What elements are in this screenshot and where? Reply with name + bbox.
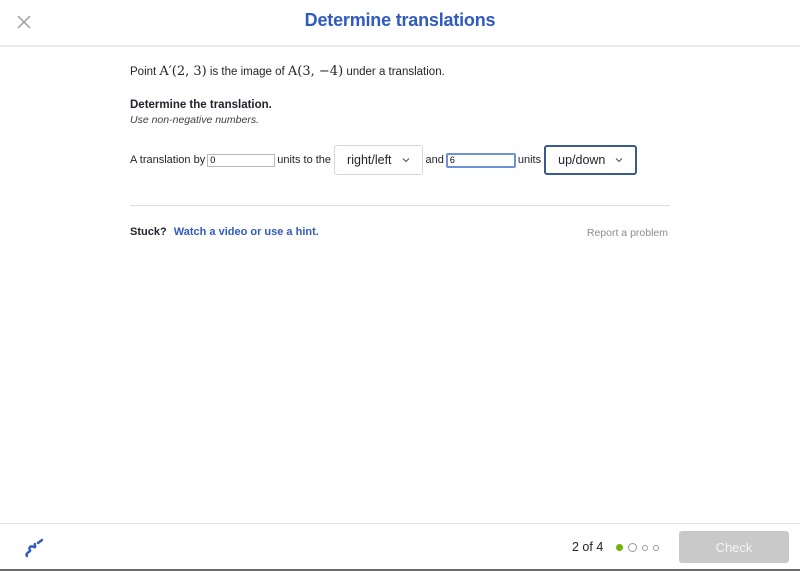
vertical-direction-dropdown[interactable]: up/down	[544, 145, 638, 175]
footer: 2 of 4 Check	[0, 523, 800, 570]
instruction-title: Determine the translation.	[130, 99, 272, 111]
vertical-units-input[interactable]	[445, 152, 516, 168]
progress-text: 2 of 4	[572, 540, 604, 554]
chevron-down-icon	[616, 158, 623, 163]
exercise-content: Point A′(2, 3) is the image of A(3, −4) …	[130, 60, 670, 239]
prompt-suffix: under a translation.	[343, 66, 445, 78]
stuck-label: Stuck?	[130, 226, 167, 238]
prompt-prefix: Point	[130, 66, 160, 78]
and-text: and	[425, 154, 444, 166]
progress-dot-remaining	[653, 544, 659, 551]
point-image-math: A′(2, 3)	[159, 64, 207, 79]
header: Determine translations	[0, 0, 800, 47]
chevron-down-icon	[402, 158, 409, 163]
progress-dots	[616, 543, 659, 552]
stuck-section: Stuck? Watch a video or use a hint.	[130, 226, 319, 238]
horizontal-units-input[interactable]	[207, 153, 276, 167]
units-text: units	[517, 154, 542, 166]
answer-row: A translation by units to the right/left…	[130, 144, 640, 176]
scratchpad-pencil-icon	[25, 538, 44, 558]
units-to-the-text: units to the	[277, 154, 332, 166]
question-prompt: Point A′(2, 3) is the image of A(3, −4) …	[130, 62, 670, 82]
horizontal-direction-dropdown[interactable]: right/left	[334, 145, 423, 175]
hint-link[interactable]: Watch a video or use a hint.	[174, 226, 319, 238]
scratchpad-button[interactable]	[22, 536, 46, 560]
answer-lead-text: A translation by	[130, 154, 206, 166]
instruction-subtitle: Use non-negative numbers.	[130, 114, 259, 126]
vertical-direction-value: up/down	[558, 153, 606, 167]
check-button[interactable]: Check	[679, 531, 789, 563]
progress-dot-current	[628, 543, 637, 552]
divider	[130, 205, 670, 206]
point-original-math: A(3, −4)	[287, 64, 344, 79]
prompt-middle: is the image of	[206, 66, 288, 78]
page-title: Determine translations	[304, 10, 496, 30]
report-problem-link[interactable]: Report a problem	[587, 227, 668, 239]
horizontal-direction-value: right/left	[347, 153, 392, 167]
progress-dot-completed	[616, 544, 623, 551]
progress-dot-remaining	[642, 544, 648, 551]
